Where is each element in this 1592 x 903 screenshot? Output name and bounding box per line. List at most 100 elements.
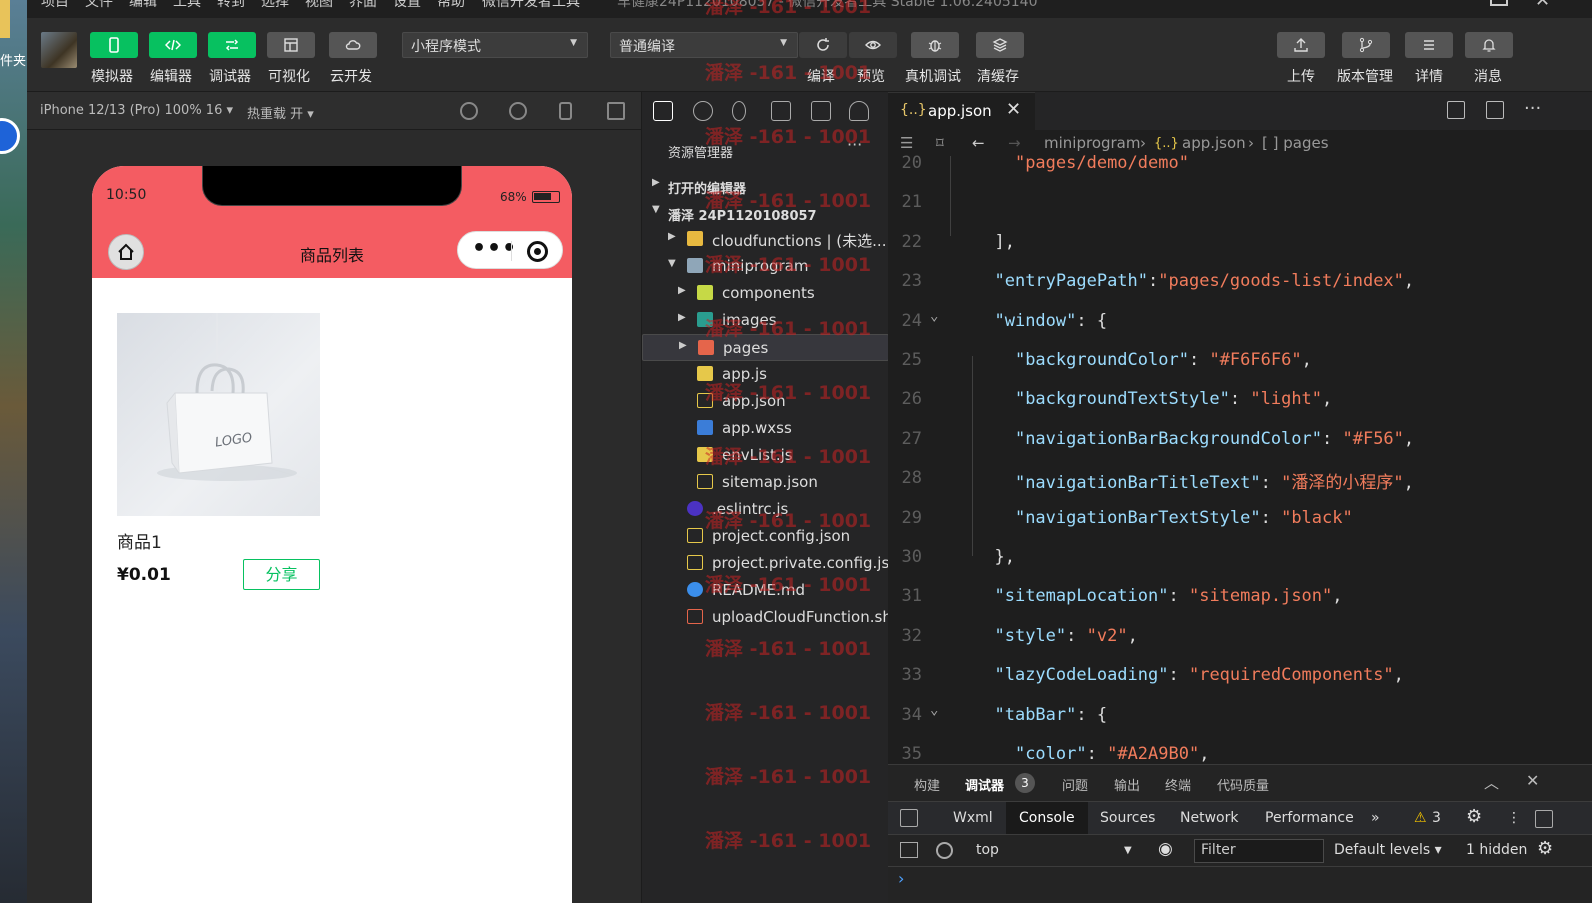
compile-mode-select[interactable]: 普通编译 ▼ bbox=[610, 32, 798, 58]
open-changes-icon[interactable] bbox=[1447, 101, 1465, 119]
code-line[interactable]: "style": "v2", bbox=[974, 626, 1137, 646]
project-root-section[interactable]: ▼ 潘泽 24P1120108057 bbox=[642, 199, 889, 226]
tab-code-quality[interactable]: 代码质量 bbox=[1217, 775, 1269, 794]
fold-chevron-icon[interactable]: ⌄ bbox=[930, 308, 938, 324]
tree-item-components[interactable]: ▶ components bbox=[642, 280, 889, 307]
visual-toggle-button[interactable] bbox=[267, 32, 315, 58]
close-panel-icon[interactable]: ✕ bbox=[1526, 771, 1539, 790]
breadcrumb-miniprogram[interactable]: miniprogram bbox=[1044, 134, 1140, 152]
simulator-toggle-button[interactable] bbox=[90, 32, 138, 58]
menu-select[interactable]: 选择 bbox=[261, 0, 289, 11]
code-line[interactable]: "navigationBarTextStyle": "black" bbox=[974, 508, 1353, 528]
search-icon[interactable] bbox=[693, 101, 713, 121]
more-tabs-icon[interactable]: » bbox=[1371, 810, 1380, 826]
phone-frame-icon[interactable] bbox=[559, 102, 572, 120]
tree-item-images[interactable]: ▶ images bbox=[642, 307, 889, 334]
eye-icon[interactable]: ◉ bbox=[1158, 839, 1173, 859]
console-prompt[interactable]: › bbox=[898, 869, 904, 888]
files-icon[interactable] bbox=[653, 101, 673, 121]
code-line[interactable]: "backgroundTextStyle": "light", bbox=[974, 389, 1332, 409]
menu-devtools[interactable]: 微信开发者工具 bbox=[482, 0, 580, 11]
back-arrow-icon[interactable]: ← bbox=[972, 134, 985, 152]
remote-debug-button[interactable] bbox=[911, 32, 959, 58]
tree-item-sitemap-json[interactable]: sitemap.json bbox=[642, 469, 889, 496]
source-control-icon[interactable] bbox=[732, 101, 746, 121]
record-icon[interactable] bbox=[509, 102, 527, 120]
tree-item-miniprogram[interactable]: ▼ miniprogram bbox=[642, 253, 889, 280]
tree-item-app-json[interactable]: app.json bbox=[642, 388, 889, 415]
close-miniprogram-icon[interactable] bbox=[527, 241, 548, 262]
close-icon[interactable]: ✕ bbox=[1006, 99, 1021, 120]
editor-toggle-button[interactable] bbox=[149, 32, 197, 58]
breadcrumb-app-json[interactable]: app.json bbox=[1182, 134, 1246, 152]
extensions-icon[interactable] bbox=[771, 101, 791, 121]
close-window-icon[interactable]: ✕ bbox=[1535, 0, 1550, 11]
tree-item-app-wxss[interactable]: app.wxss bbox=[642, 415, 889, 442]
inspect-element-icon[interactable] bbox=[900, 809, 918, 827]
upload-button[interactable] bbox=[1277, 32, 1325, 58]
menu-tools[interactable]: 工具 bbox=[173, 0, 201, 11]
detach-window-icon[interactable] bbox=[607, 102, 625, 120]
code-line[interactable]: ], bbox=[974, 232, 1014, 252]
tab-app-json[interactable]: {..} app.json ✕ bbox=[888, 92, 1035, 130]
code-line[interactable]: "window": { bbox=[974, 311, 1107, 331]
version-button[interactable] bbox=[1342, 32, 1390, 58]
tree-item-cloudfunctions[interactable]: ▶ cloudfunctions | (未选... bbox=[642, 226, 889, 253]
maximize-icon[interactable] bbox=[1490, 0, 1508, 6]
code-line[interactable]: "navigationBarBackgroundColor": "#F56", bbox=[974, 429, 1414, 449]
filter-input[interactable]: Filter bbox=[1194, 839, 1324, 863]
tree-item-project-private-config[interactable]: project.private.config.js... bbox=[642, 550, 889, 577]
split-editor-icon[interactable] bbox=[1486, 101, 1504, 119]
kebab-menu-icon[interactable]: ⋮ bbox=[1507, 810, 1521, 826]
tab-network[interactable]: Network bbox=[1180, 810, 1238, 826]
preview-button[interactable] bbox=[849, 32, 897, 58]
tab-build[interactable]: 构建 bbox=[914, 775, 940, 794]
avatar[interactable] bbox=[41, 32, 77, 68]
tree-item-project-config[interactable]: project.config.json bbox=[642, 523, 889, 550]
forward-arrow-icon[interactable]: → bbox=[1008, 134, 1021, 152]
tree-item-upload-sh[interactable]: uploadCloudFunction.sh bbox=[642, 604, 889, 631]
code-line[interactable]: }, bbox=[974, 547, 1014, 567]
breadcrumb-pages[interactable]: [ ] pages bbox=[1262, 134, 1329, 152]
chevron-up-icon[interactable]: ︿ bbox=[1484, 772, 1499, 793]
browser-icon[interactable] bbox=[0, 118, 20, 154]
share-button[interactable]: 分享 bbox=[243, 559, 320, 590]
bookmark-icon[interactable]: ⌑ bbox=[936, 134, 944, 152]
code-line[interactable]: "navigationBarTitleText": "潘泽的小程序", bbox=[974, 468, 1414, 493]
compile-button[interactable] bbox=[799, 32, 847, 58]
hot-reload-select[interactable]: 热重载 开 ▾ bbox=[247, 103, 314, 122]
code-line[interactable]: "pages/demo/demo" bbox=[974, 153, 1189, 173]
code-editor[interactable]: 20 "pages/demo/demo" 21 22 ], 23 "entryPage… bbox=[888, 153, 1592, 764]
desktop-folder-icon[interactable] bbox=[0, 0, 10, 38]
context-select[interactable]: top bbox=[976, 842, 999, 858]
menu-file[interactable]: 文件 bbox=[85, 0, 113, 11]
tab-performance[interactable]: Performance bbox=[1265, 810, 1354, 826]
details-button[interactable] bbox=[1405, 32, 1453, 58]
cloud-dev-button[interactable] bbox=[329, 32, 377, 58]
menu-edit[interactable]: 编辑 bbox=[129, 0, 157, 11]
docker-icon[interactable] bbox=[849, 101, 869, 121]
code-line[interactable]: "backgroundColor": "#F6F6F6", bbox=[974, 350, 1312, 370]
menu-help[interactable]: 帮助 bbox=[437, 0, 465, 11]
menu-view[interactable]: 视图 bbox=[305, 0, 333, 11]
warning-count[interactable]: 3 bbox=[1432, 810, 1441, 826]
tab-console[interactable]: Console bbox=[1006, 802, 1088, 834]
open-editors-section[interactable]: ▶ 打开的编辑器 bbox=[642, 172, 889, 199]
code-line[interactable]: "tabBar": { bbox=[974, 705, 1107, 725]
debugger-toggle-button[interactable] bbox=[208, 32, 256, 58]
tab-wxml[interactable]: Wxml bbox=[953, 810, 993, 826]
menu-goto[interactable]: 转到 bbox=[217, 0, 245, 11]
outline-icon[interactable]: ☰ bbox=[900, 134, 913, 152]
code-line[interactable]: "lazyCodeLoading": "requiredComponents", bbox=[974, 665, 1403, 685]
device-select[interactable]: iPhone 12/13 (Pro) 100% 16 ▾ bbox=[40, 103, 233, 118]
mode-select[interactable]: 小程序模式 ▼ bbox=[402, 32, 588, 58]
tree-item-eslintrc[interactable]: .eslintrc.js bbox=[642, 496, 889, 523]
clear-console-icon[interactable] bbox=[936, 842, 953, 859]
undock-icon[interactable] bbox=[1535, 810, 1553, 828]
menu-settings[interactable]: 设置 bbox=[393, 0, 421, 11]
console-settings-icon[interactable]: ⚙ bbox=[1537, 838, 1553, 859]
tab-terminal[interactable]: 终端 bbox=[1165, 775, 1191, 794]
tree-item-app-js[interactable]: app.js bbox=[642, 361, 889, 388]
code-line[interactable]: "entryPagePath":"pages/goods-list/index"… bbox=[974, 271, 1414, 291]
storage-icon[interactable] bbox=[811, 101, 831, 121]
